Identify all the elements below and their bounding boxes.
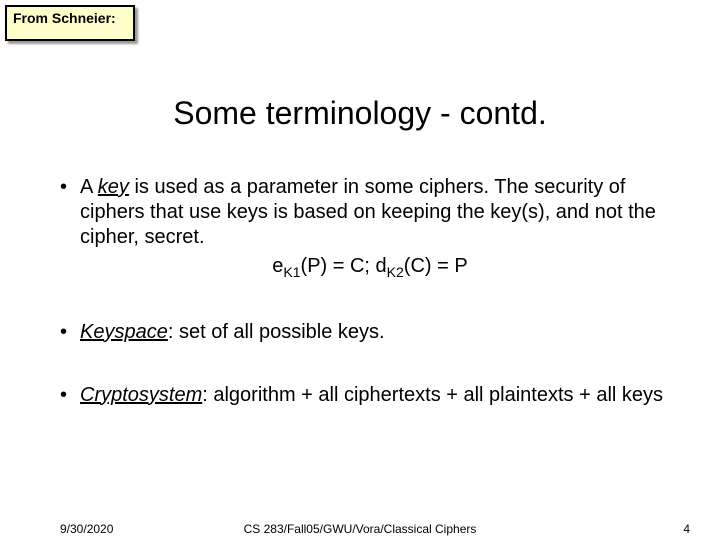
slide-title: Some terminology - contd. (0, 95, 720, 132)
formula-end: (C) = P (404, 255, 468, 277)
formula-sub-k1: K1 (283, 264, 300, 280)
source-callout: From Schneier: (5, 5, 135, 41)
footer-center: CS 283/Fall05/GWU/Vora/Classical Ciphers (0, 522, 720, 536)
formula-e: e (272, 255, 283, 277)
bullet-keyspace: Keyspace: set of all possible keys. (60, 320, 680, 345)
formula-sub-k2: K2 (387, 264, 404, 280)
slide-content: A key is used as a parameter in some cip… (60, 175, 680, 446)
bullet-key: A key is used as a parameter in some cip… (60, 175, 680, 282)
b1-term: key (98, 176, 129, 198)
b2-rest: : set of all possible keys. (168, 321, 385, 343)
footer-page: 4 (683, 522, 690, 536)
b2-term: Keyspace (80, 321, 168, 343)
callout-text: From Schneier: (13, 10, 116, 26)
b3-rest: : algorithm + all ciphertexts + all plai… (202, 384, 663, 406)
formula-mid: (P) = C; d (301, 255, 387, 277)
bullet-cryptosystem: Cryptosystem: algorithm + all ciphertext… (60, 383, 680, 408)
b1-pre: A (80, 176, 98, 198)
b3-term: Cryptosystem (80, 384, 202, 406)
b1-post: is used as a parameter in some ciphers. … (80, 176, 656, 248)
formula-line: eK1(P) = C; dK2(C) = P (60, 254, 680, 282)
